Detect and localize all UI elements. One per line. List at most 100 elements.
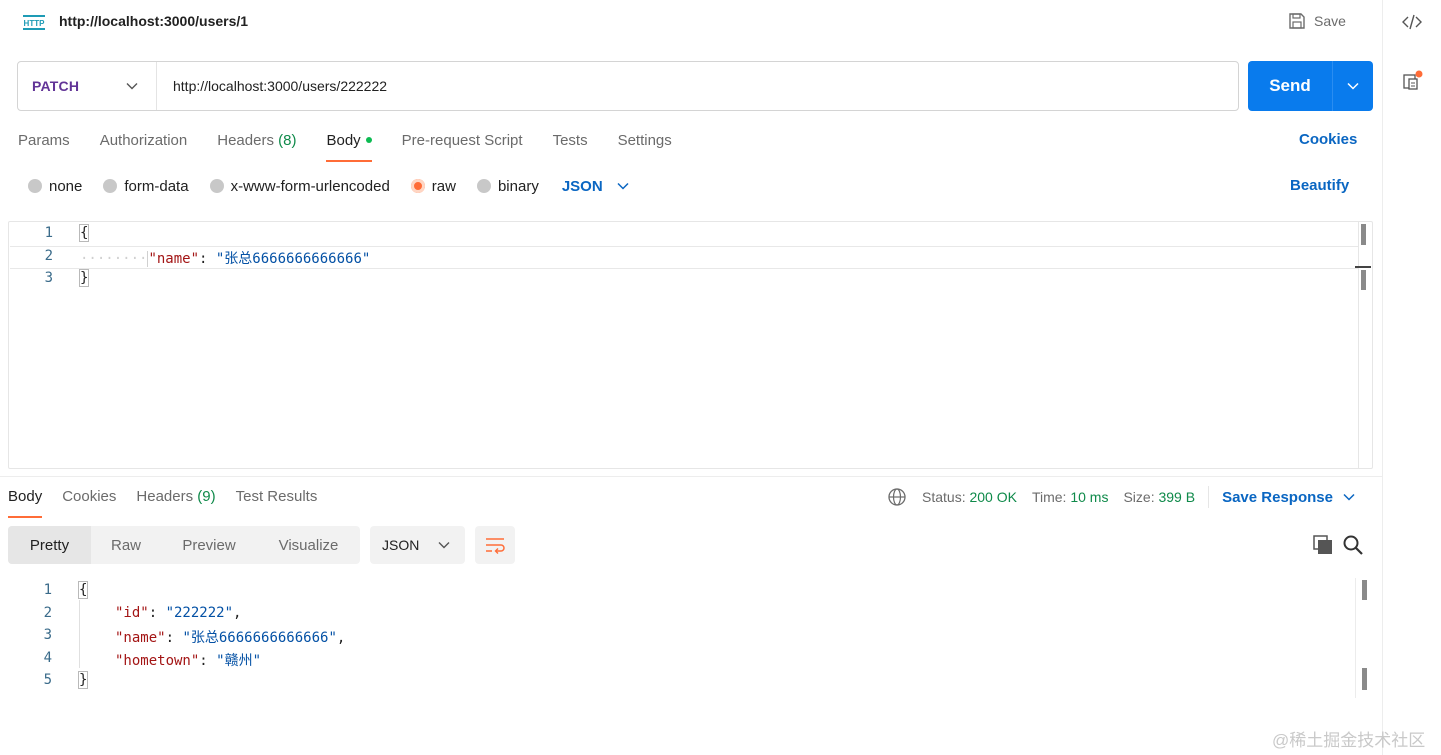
copy-icon: [1313, 535, 1332, 554]
cursor-position-marker: [1355, 266, 1371, 268]
tab-test-results[interactable]: Test Results: [236, 484, 318, 518]
json-separator: :: [199, 251, 216, 267]
raw-format-select[interactable]: JSON: [562, 178, 629, 195]
cookies-link[interactable]: Cookies: [1299, 131, 1357, 148]
documentation-icon: [1403, 70, 1423, 90]
json-key: "hometown": [115, 653, 200, 669]
view-preview[interactable]: Preview: [161, 526, 257, 564]
response-view-toggle: Pretty Raw Preview Visualize: [8, 526, 360, 564]
chevron-down-icon: [617, 182, 629, 190]
json-key: "name": [115, 630, 166, 646]
tab-headers[interactable]: Headers (8): [217, 128, 296, 162]
watermark: @稀土掘金技术社区: [1272, 731, 1426, 750]
request-body-editor[interactable]: 1 2 3 { ········"name": "张总6666666666666…: [8, 221, 1373, 469]
wrap-lines-button[interactable]: [475, 526, 515, 564]
save-response-button[interactable]: Save Response: [1208, 486, 1355, 508]
wrap-lines-icon: [486, 538, 505, 554]
time-label: Time:: [1031, 489, 1067, 505]
chevron-down-icon: [126, 83, 138, 90]
method-select[interactable]: PATCH: [18, 62, 157, 110]
right-sidebar: [1382, 0, 1441, 755]
time-value[interactable]: 10 ms: [1070, 489, 1108, 505]
documentation-button[interactable]: [1397, 66, 1427, 96]
view-pretty[interactable]: Pretty: [8, 526, 91, 564]
tab-response-headers[interactable]: Headers (9): [136, 484, 215, 518]
radio-label: binary: [497, 177, 539, 195]
radio-binary[interactable]: binary: [476, 177, 539, 195]
scrollbar-thumb[interactable]: [1362, 668, 1367, 690]
line-number: 4: [43, 650, 52, 666]
radio-label: x-www-form-urlencoded: [230, 177, 390, 195]
radio-urlencoded[interactable]: x-www-form-urlencoded: [209, 177, 390, 195]
radio-form-data[interactable]: form-data: [103, 178, 189, 195]
open-brace: {: [78, 224, 90, 242]
response-format-select[interactable]: JSON: [370, 526, 465, 564]
tab-tests[interactable]: Tests: [553, 128, 588, 162]
send-options-button[interactable]: [1332, 61, 1373, 111]
pane-divider[interactable]: [0, 476, 1382, 477]
tab-body-label: Body: [326, 132, 361, 149]
scrollbar-thumb[interactable]: [1362, 580, 1367, 600]
response-headers-count: (9): [197, 488, 216, 505]
tab-headers-label: Headers: [217, 132, 274, 149]
request-title: http://localhost:3000/users/1: [59, 13, 249, 29]
line-number: 1: [44, 225, 53, 241]
url-input[interactable]: [157, 62, 1238, 110]
size-label: Size:: [1123, 489, 1155, 505]
tab-pre-request-script[interactable]: Pre-request Script: [402, 128, 523, 162]
tab-response-cookies[interactable]: Cookies: [62, 484, 116, 518]
code-line: }: [77, 671, 89, 689]
line-number: 1: [43, 582, 52, 598]
radio-none[interactable]: none: [28, 178, 82, 195]
response-tabs: Body Cookies Headers (9) Test Results: [8, 484, 318, 518]
radio-raw[interactable]: raw: [410, 178, 456, 195]
view-raw[interactable]: Raw: [91, 526, 161, 564]
line-number: 3: [44, 270, 53, 286]
scrollbar-thumb[interactable]: [1361, 270, 1366, 290]
save-label: Save: [1314, 13, 1346, 29]
headers-count: (8): [278, 132, 297, 149]
url-bar: PATCH: [17, 61, 1239, 111]
radio-label: none: [49, 177, 83, 195]
tab-settings[interactable]: Settings: [618, 128, 672, 162]
scrollbar-thumb[interactable]: [1361, 224, 1366, 245]
line-number: 2: [43, 605, 52, 621]
open-brace: {: [77, 581, 89, 599]
tab-body[interactable]: Body: [326, 128, 372, 162]
save-button[interactable]: Save: [1288, 8, 1346, 34]
scrollbar-track: [1355, 578, 1356, 698]
view-visualize[interactable]: Visualize: [257, 526, 360, 564]
size-value[interactable]: 399 B: [1158, 489, 1195, 505]
line-number: 3: [43, 627, 52, 643]
json-value: "张总6666666666666": [215, 251, 371, 267]
body-modified-indicator: [365, 137, 372, 143]
code-snippet-button[interactable]: [1397, 7, 1427, 37]
code-line: {: [78, 224, 90, 242]
code-line: "name": "张总6666666666666",: [115, 630, 346, 646]
code-line: ········"name": "张总6666666666666": [80, 248, 370, 268]
globe-icon[interactable]: [887, 487, 907, 507]
send-button[interactable]: Send: [1248, 61, 1332, 111]
radio-indicator: [28, 179, 42, 193]
json-key: "id": [115, 605, 149, 621]
response-meta: Status: 200 OK Time: 10 ms Size: 399 B S…: [887, 486, 1355, 508]
response-body-viewer[interactable]: 1 2 3 4 5 { "id": "222222", "name": "张总6…: [0, 578, 1380, 698]
copy-button[interactable]: [1311, 533, 1335, 557]
beautify-button[interactable]: Beautify: [1290, 177, 1349, 194]
response-format-label: JSON: [382, 537, 420, 553]
raw-format-label: JSON: [561, 177, 603, 195]
close-brace: }: [78, 269, 90, 287]
tab-params[interactable]: Params: [18, 128, 70, 162]
code-line: }: [78, 269, 90, 287]
status-value[interactable]: 200 OK: [969, 489, 1016, 505]
request-tabs: Params Authorization Headers (8) Body Pr…: [18, 128, 672, 162]
scrollbar-track: [1358, 222, 1359, 468]
tab-response-body[interactable]: Body: [8, 484, 43, 518]
chevron-down-icon: [1347, 82, 1359, 90]
chevron-down-icon: [1343, 493, 1355, 501]
method-label: PATCH: [32, 78, 80, 94]
tab-authorization[interactable]: Authorization: [100, 128, 188, 162]
json-key: "name": [148, 251, 200, 267]
search-button[interactable]: [1341, 533, 1365, 557]
tab-response-headers-label: Headers: [136, 488, 194, 505]
